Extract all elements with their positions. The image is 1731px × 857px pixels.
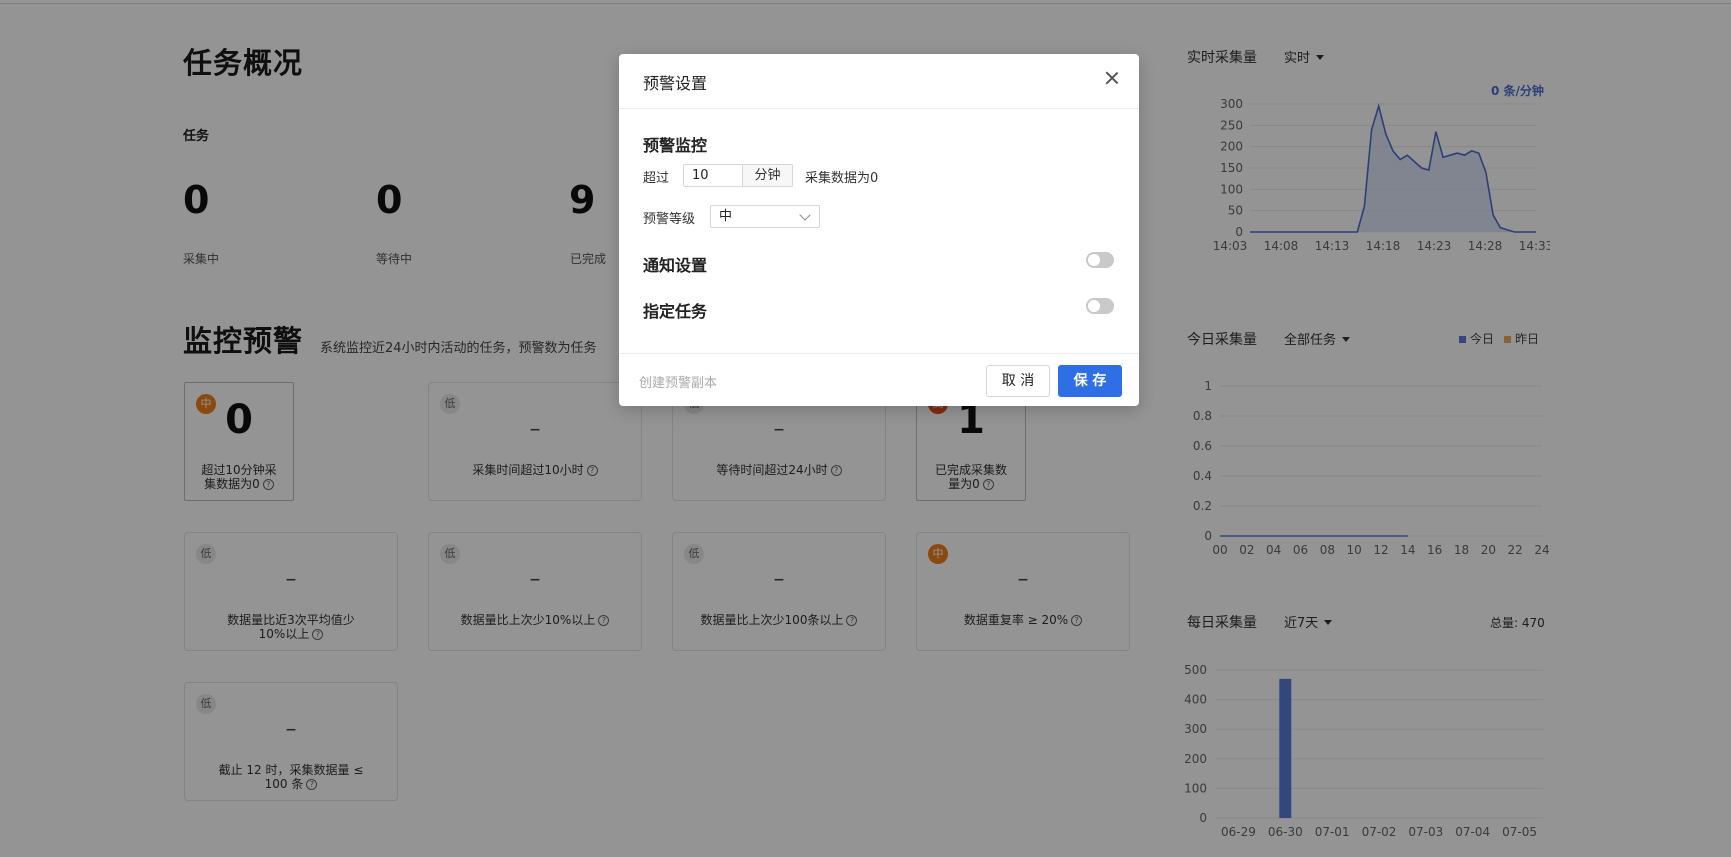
alert-settings-modal: 预警设置 预警监控 超过 10 分钟 采集数据为0 预警等级 中 通知设置 指定… [619, 54, 1139, 406]
modal-header: 预警设置 [619, 54, 1139, 109]
level-select[interactable]: 中 [710, 205, 820, 228]
section-monitor-title: 预警监控 [643, 136, 708, 155]
toggle-knob [1088, 300, 1100, 312]
save-button[interactable]: 保 存 [1058, 365, 1122, 397]
minutes-value[interactable]: 10 [684, 165, 743, 186]
notify-toggle[interactable] [1086, 252, 1114, 268]
minutes-input[interactable]: 10 分钟 [683, 164, 793, 187]
minutes-unit: 分钟 [743, 165, 792, 186]
close-icon[interactable] [1103, 69, 1121, 87]
section-notify-title: 通知设置 [643, 256, 708, 275]
toggle-knob [1088, 254, 1100, 266]
modal-title: 预警设置 [643, 74, 708, 93]
level-select-value: 中 [719, 209, 733, 224]
section-assign-title: 指定任务 [643, 302, 708, 321]
level-label: 预警等级 [643, 212, 696, 227]
chevron-down-icon [799, 209, 811, 221]
create-copy-link[interactable]: 创建预警副本 [639, 372, 717, 391]
exceed-label: 超过 [643, 171, 670, 186]
exceed-suffix: 采集数据为0 [805, 171, 879, 186]
assign-toggle[interactable] [1086, 298, 1114, 314]
modal-footer-divider [619, 353, 1139, 354]
cancel-button[interactable]: 取 消 [986, 365, 1050, 397]
